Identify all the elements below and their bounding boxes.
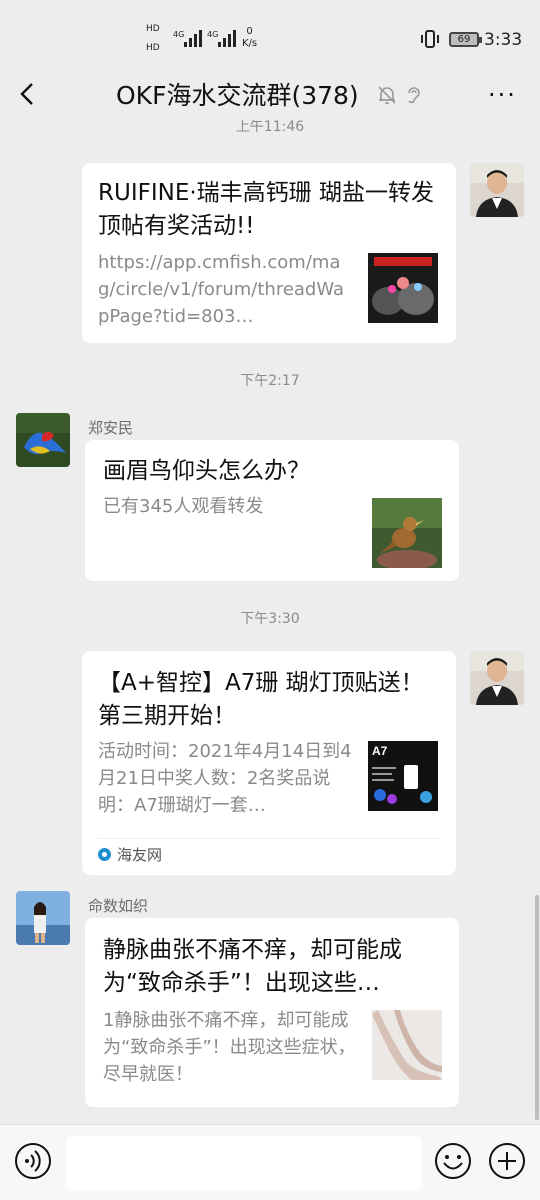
source-logo-icon: [98, 848, 111, 861]
card-title: RUIFINE·瑞丰高钙珊 瑚盐一转发顶帖有奖活动!!: [98, 180, 434, 239]
earpiece-icon: [408, 87, 420, 104]
back-arrow-icon[interactable]: [16, 82, 40, 106]
scrollbar[interactable]: [535, 895, 539, 1120]
self-avatar-image: [470, 651, 524, 705]
card-source: 海友网: [98, 844, 162, 865]
card-description: 活动时间：2021年4月14日到4月21日中奖人数：2名奖品说明：A7珊瑚灯一套…: [98, 741, 352, 816]
plus-icon[interactable]: [488, 1142, 526, 1180]
bird-thumbnail-image: [372, 498, 442, 568]
legs-thumbnail-image: [372, 1010, 442, 1080]
timestamp: 下午2:17: [240, 373, 300, 389]
message-input[interactable]: [66, 1136, 422, 1190]
sender-name: 郑安民: [88, 419, 134, 437]
status-bar: HD HD 4G 4G 0 K/s 69 3:33: [0, 0, 540, 62]
shared-link-card[interactable]: 画眉鸟仰头怎么办？ 已有345人观看转发: [85, 440, 459, 581]
net-speed-unit: K/s: [242, 38, 258, 49]
card-description: https://app.cmfish.com/mag/circle/v1/for…: [98, 252, 345, 327]
emoji-icon[interactable]: [434, 1142, 472, 1180]
card-thumbnail: [372, 1010, 442, 1080]
lamp-thumbnail-image: A7: [368, 741, 438, 811]
chat-title: OKF海水交流群(378): [116, 81, 359, 110]
source-name: 海友网: [117, 846, 163, 864]
card-title: 静脉曲张不痛不痒，却可能成为“致命杀手”！出现这些…: [103, 937, 402, 996]
woman-avatar-image: [16, 891, 70, 945]
avatar[interactable]: [16, 413, 70, 467]
clock: 3:33: [484, 30, 523, 50]
self-avatar-image: [470, 163, 524, 217]
voice-input-icon[interactable]: [14, 1142, 52, 1180]
timestamp: 上午11:46: [0, 120, 540, 134]
card-divider: [98, 838, 440, 839]
timestamp-text: 上午11:46: [235, 120, 305, 134]
timestamp: 下午3:30: [240, 611, 300, 627]
net-speed: 0 K/s: [242, 26, 257, 50]
coral-thumbnail-image: [368, 253, 438, 323]
shared-link-card[interactable]: RUIFINE·瑞丰高钙珊 瑚盐一转发顶帖有奖活动!! https://app.…: [82, 163, 456, 343]
signal-icon: [184, 30, 202, 47]
mute-bell-icon: [378, 86, 396, 104]
thumbnail-label: A7: [372, 744, 388, 758]
card-description: 1静脉曲张不痛不痒，却可能成为“致命杀手”！出现这些症状，尽早就医！: [103, 1010, 356, 1085]
card-title: 画眉鸟仰头怎么办？: [103, 458, 310, 484]
hd-badge: HD: [146, 24, 160, 34]
signal-icon: [218, 30, 236, 47]
battery-indicator: 69: [449, 32, 482, 47]
sender-name: 命数如织: [88, 897, 149, 915]
avatar[interactable]: [470, 651, 524, 705]
card-thumbnail: A7: [368, 741, 438, 811]
shared-link-card[interactable]: 【A+智控】A7珊 瑚灯顶贴送！第三期开始！ 活动时间：2021年4月14日到4…: [82, 651, 456, 875]
card-description: 已有345人观看转发: [103, 496, 264, 517]
more-options-button[interactable]: ···: [488, 83, 517, 107]
card-thumbnail: [372, 498, 442, 568]
avatar[interactable]: [470, 163, 524, 217]
hd-badge: HD: [146, 43, 160, 53]
vibrate-icon: [421, 30, 439, 48]
parrot-avatar-image: [16, 413, 70, 467]
shared-link-card[interactable]: 静脉曲张不痛不痒，却可能成为“致命杀手”！出现这些… 1静脉曲张不痛不痒，却可能…: [85, 918, 459, 1107]
chat-header: OKF海水交流群(378) ···: [0, 62, 540, 126]
input-bar: [0, 1124, 540, 1200]
card-title: 【A+智控】A7珊 瑚灯顶贴送！第三期开始！: [98, 670, 424, 729]
avatar[interactable]: [16, 891, 70, 945]
net-speed-value: 0: [246, 26, 253, 37]
card-thumbnail: [368, 253, 438, 323]
